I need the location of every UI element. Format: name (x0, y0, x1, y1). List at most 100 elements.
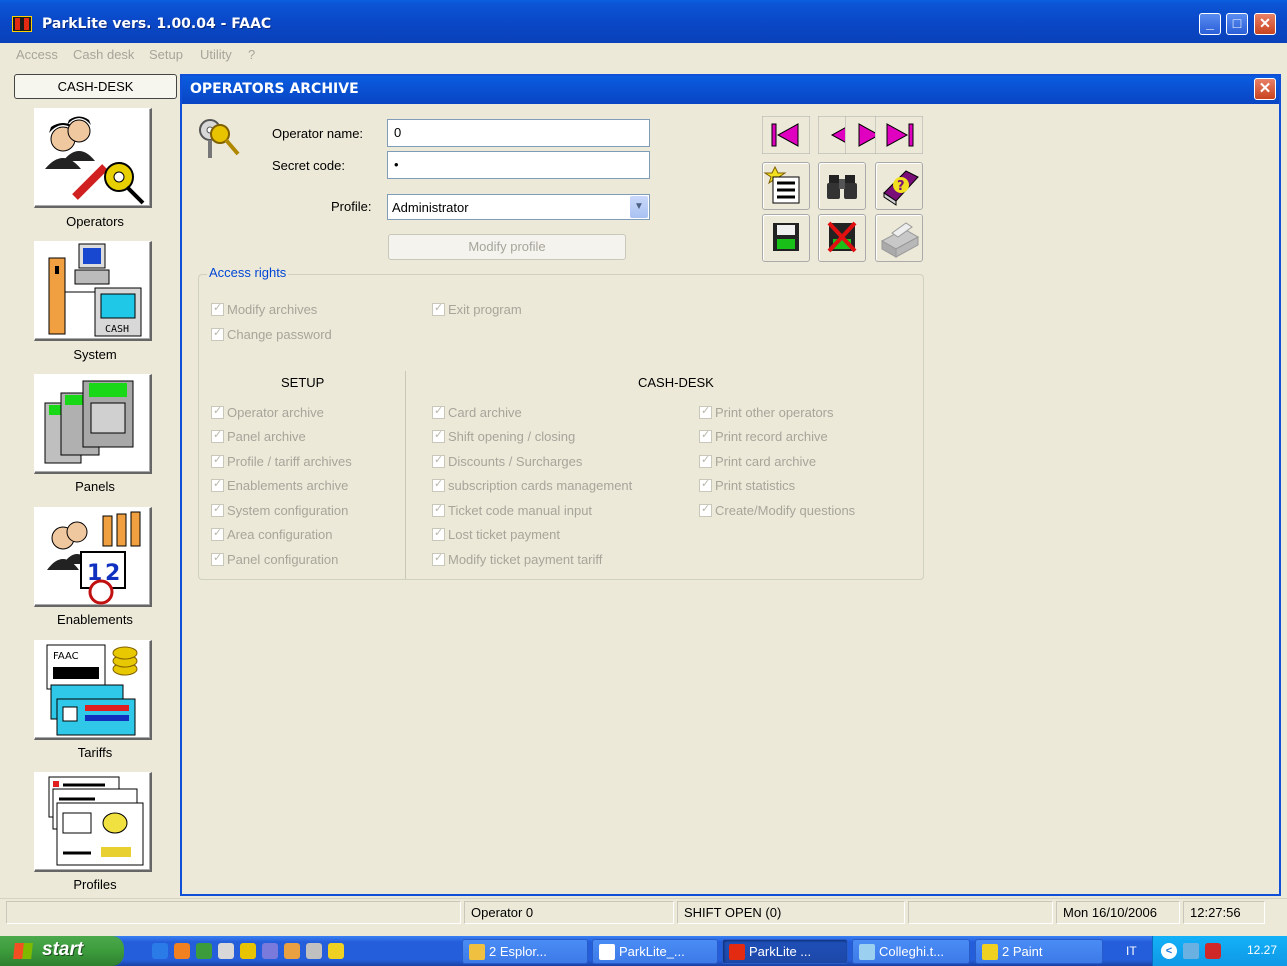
checkbox-enablements-archive[interactable]: Enablements archive (211, 477, 348, 493)
sidebar-label-tariffs: Tariffs (77, 745, 113, 760)
quicklaunch-ie-icon[interactable] (152, 943, 168, 959)
save-button[interactable] (762, 214, 810, 262)
quicklaunch-paint-icon[interactable] (240, 943, 256, 959)
window-title: ParkLite vers. 1.00.04 - FAAC (42, 16, 272, 32)
network-icon[interactable] (1183, 943, 1199, 959)
window-title-bar[interactable]: ParkLite vers. 1.00.04 - FAAC _ □ ✕ (0, 0, 1287, 43)
chevron-down-icon[interactable]: ▼ (630, 196, 648, 218)
task-paint[interactable]: 2 Paint (975, 939, 1103, 964)
checkbox-operator-archive[interactable]: Operator archive (211, 404, 324, 420)
cash-desk-section-title: CASH-DESK (638, 375, 714, 390)
save-disk-icon (773, 223, 799, 251)
quicklaunch-tool-icon[interactable] (262, 943, 278, 959)
menu-access[interactable]: Access (16, 47, 58, 62)
checkbox-modify-archives[interactable]: Modify archives (211, 301, 317, 317)
checkbox-print-statistics[interactable]: Print statistics (699, 477, 795, 493)
sidebar-label-system: System (73, 347, 117, 362)
maximize-button[interactable]: □ (1226, 13, 1248, 35)
checkbox-modify-ticket-payment-tariff[interactable]: Modify ticket payment tariff (432, 551, 602, 567)
checkbox-area-configuration[interactable]: Area configuration (211, 526, 333, 542)
close-button[interactable]: ✕ (1254, 13, 1276, 35)
checkbox-print-record-archive[interactable]: Print record archive (699, 428, 828, 444)
task-parklite-doc[interactable]: ParkLite_... (592, 939, 718, 964)
new-record-button[interactable] (762, 162, 810, 210)
profile-select[interactable]: Administrator ▼ (387, 194, 650, 220)
checkbox-print-card-archive[interactable]: Print card archive (699, 453, 816, 469)
access-rights-group: Access rights Modify archives Change pas… (198, 265, 924, 580)
menu-utility[interactable]: Utility (200, 47, 232, 62)
keys-icon (199, 119, 240, 158)
tariffs-icon: FAAC (46, 644, 138, 736)
section-divider (405, 371, 406, 579)
checkbox-create-modify-questions[interactable]: Create/Modify questions (699, 502, 855, 518)
checkbox-lost-ticket-payment[interactable]: Lost ticket payment (432, 526, 560, 542)
sidebar-item-operators[interactable] (34, 108, 152, 208)
print-button[interactable] (875, 214, 923, 262)
sidebar-item-system[interactable]: CASH (34, 241, 152, 341)
checkbox-card-archive[interactable]: Card archive (432, 404, 522, 420)
checkbox-discounts-surcharges[interactable]: Discounts / Surcharges (432, 453, 582, 469)
profile-selected-value: Administrator (392, 200, 469, 215)
svg-text:?: ? (897, 179, 905, 194)
last-record-icon[interactable] (875, 116, 923, 154)
antivirus-icon[interactable] (1205, 943, 1221, 959)
sidebar-label-profiles: Profiles (73, 877, 117, 892)
task-colleghi[interactable]: Colleghi.t... (852, 939, 970, 964)
panels-icon (44, 380, 134, 464)
minimize-button[interactable]: _ (1199, 13, 1221, 35)
text-file-icon (859, 944, 875, 960)
help-button[interactable]: ? (875, 162, 923, 210)
child-title-bar[interactable]: OPERATORS ARCHIVE ✕ (182, 76, 1279, 104)
menu-cash-desk[interactable]: Cash desk (73, 47, 134, 62)
sidebar-item-profiles[interactable] (34, 772, 152, 872)
task-parklite-app[interactable]: ParkLite ... (722, 939, 848, 964)
quicklaunch-calc-icon[interactable] (306, 943, 322, 959)
tray-expand-icon[interactable]: < (1161, 943, 1177, 959)
child-window-title: OPERATORS ARCHIVE (190, 81, 359, 97)
checkbox-shift-opening-closing[interactable]: Shift opening / closing (432, 428, 575, 444)
sidebar-item-tariffs[interactable]: FAAC (34, 640, 152, 740)
checkbox-panel-archive[interactable]: Panel archive (211, 428, 306, 444)
checkbox-ticket-code-manual-input[interactable]: Ticket code manual input (432, 502, 592, 518)
status-time: 12:27:56 (1183, 901, 1265, 924)
menu-help[interactable]: ? (248, 47, 255, 62)
menu-setup[interactable]: Setup (149, 47, 183, 62)
paint-icon (982, 944, 998, 960)
menu-bar: Access Cash desk Setup Utility ? (0, 43, 1287, 65)
operator-name-field[interactable]: 0 (387, 119, 650, 147)
modify-profile-button[interactable]: Modify profile (388, 234, 626, 260)
quicklaunch-media-icon[interactable] (174, 943, 190, 959)
child-close-button[interactable]: ✕ (1254, 78, 1276, 100)
checkbox-subscription-cards-management[interactable]: subscription cards management (432, 477, 632, 493)
parklite-task-icon (729, 944, 745, 960)
quicklaunch-desktop-icon[interactable] (196, 943, 212, 959)
task-explorer[interactable]: 2 Esplor... (462, 939, 588, 964)
delete-button[interactable] (818, 214, 866, 262)
profiles-icon (48, 776, 144, 866)
search-button[interactable] (818, 162, 866, 210)
sidebar-label-enablements: Enablements (57, 612, 133, 627)
folder-icon (469, 944, 485, 960)
system-tray: < 12.27 (1152, 936, 1287, 966)
checkbox-system-configuration[interactable]: System configuration (211, 502, 348, 518)
checkbox-profile-tariff-archives[interactable]: Profile / tariff archives (211, 453, 352, 469)
checkbox-exit-program[interactable]: Exit program (432, 301, 522, 317)
quicklaunch-misc-icon[interactable] (328, 943, 344, 959)
status-date: Mon 16/10/2006 (1056, 901, 1180, 924)
setup-section-title: SETUP (281, 375, 325, 390)
checkbox-panel-configuration[interactable]: Panel configuration (211, 551, 338, 567)
sidebar-item-enablements[interactable]: 1 2 (34, 507, 152, 607)
checkbox-change-password[interactable]: Change password (211, 326, 332, 342)
quicklaunch-app-icon[interactable] (218, 943, 234, 959)
status-cell-blank (908, 901, 1053, 924)
secret-code-field[interactable]: • (387, 151, 650, 179)
cash-desk-button[interactable]: CASH-DESK (14, 74, 177, 99)
start-button[interactable]: start (0, 936, 124, 966)
sidebar-item-panels[interactable] (34, 374, 152, 474)
sidebar: CASH-DESK Operators CASH System Panels 1… (10, 74, 180, 896)
search-binoculars-icon (827, 175, 857, 199)
language-indicator[interactable]: IT (1126, 944, 1137, 958)
checkbox-print-other-operators[interactable]: Print other operators (699, 404, 834, 420)
first-record-icon[interactable] (762, 116, 810, 154)
quicklaunch-folder-icon[interactable] (284, 943, 300, 959)
